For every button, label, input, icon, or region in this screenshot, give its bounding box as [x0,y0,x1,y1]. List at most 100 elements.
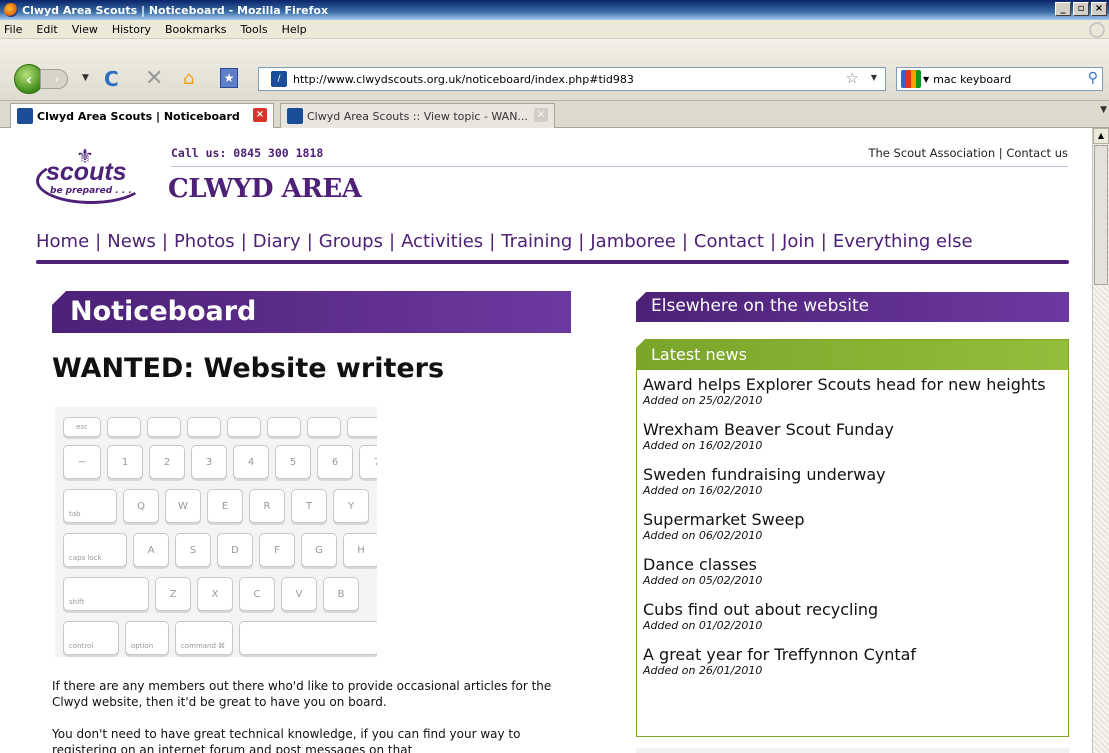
nav-home[interactable]: Home [36,231,89,252]
history-dropdown-icon[interactable]: ▼ [82,73,89,83]
key [147,417,181,437]
nav-training[interactable]: Training [501,231,572,252]
reload-icon[interactable]: C [104,67,119,91]
key: option [125,621,169,655]
stop-icon[interactable]: ✕ [145,66,163,91]
forward-button[interactable]: › [40,69,68,89]
keyboard-image: esc ~ 1 2 3 4 5 6 7 tab Q W E R T Y [55,407,377,657]
tab-noticeboard[interactable]: Clwyd Area Scouts | Noticeboard × [10,103,274,128]
menu-bookmarks[interactable]: Bookmarks [165,23,226,36]
nav-contact[interactable]: Contact [694,231,764,252]
navigation-toolbar: ‹ › ▼ C ✕ ⌂ ★ ∕ http://www.clwydscouts.o… [0,39,1109,101]
url-dropdown-icon[interactable]: ▼ [871,73,877,82]
nav-news[interactable]: News [107,231,156,252]
key: 3 [191,445,227,479]
minimize-button[interactable]: _ [1055,2,1071,16]
menu-edit[interactable]: Edit [36,23,57,36]
list-item[interactable]: Wrexham Beaver Scout Funday Added on 16/… [643,420,1068,452]
menu-file[interactable]: File [4,23,22,36]
news-title-link[interactable]: Sweden fundraising underway [643,465,1068,484]
tab-close-icon[interactable]: × [253,108,267,122]
maximize-button[interactable]: ▫ [1073,2,1089,16]
site-favicon-icon: ∕ [271,71,287,87]
news-title-link[interactable]: A great year for Treffynnon Cyntaf [643,645,1068,664]
tab-favicon-icon [17,108,33,124]
nav-join[interactable]: Join [782,231,815,252]
key: 5 [275,445,311,479]
nav-groups[interactable]: Groups [319,231,383,252]
nav-jamboree[interactable]: Jamboree [590,231,675,252]
bookmark-star-icon[interactable]: ☆ [846,69,859,87]
key: caps lock [63,533,127,567]
key: W [165,489,201,523]
home-icon[interactable]: ⌂ [183,68,194,89]
url-text[interactable]: http://www.clwydscouts.org.uk/noticeboar… [293,73,634,86]
bookmark-icon[interactable]: ★ [220,68,238,88]
nav-everything-else[interactable]: Everything else [833,231,973,252]
url-bar[interactable]: ∕ http://www.clwydscouts.org.uk/noticebo… [258,67,886,91]
news-date: Added on 16/02/2010 [643,484,763,497]
key: V [281,577,317,611]
scrollbar-thumb[interactable] [1094,145,1108,285]
tab-favicon-icon [287,108,303,124]
search-engine-dropdown-icon[interactable]: ▼ [923,75,929,84]
news-date: Added on 05/02/2010 [643,574,763,587]
key: 4 [233,445,269,479]
news-title-link[interactable]: Cubs find out about recycling [643,600,1068,619]
key [187,417,221,437]
tab-close-icon[interactable]: × [534,108,548,122]
scouts-logo[interactable]: ⚜ scouts be prepared . . . [36,144,148,208]
close-button[interactable]: × [1091,2,1107,16]
news-title-link[interactable]: Dance classes [643,555,1068,574]
back-arrow-icon: ‹ [25,69,33,89]
menu-tools[interactable]: Tools [240,23,267,36]
key [239,621,377,655]
list-item[interactable]: Award helps Explorer Scouts head for new… [643,375,1068,407]
list-item[interactable]: A great year for Treffynnon Cyntaf Added… [643,645,1068,677]
list-item[interactable]: Supermarket Sweep Added on 06/02/2010 [643,510,1068,542]
nav-diary[interactable]: Diary [253,231,301,252]
news-date: Added on 25/02/2010 [643,394,763,407]
key: H [343,533,377,567]
key: A [133,533,169,567]
tab-bar: Clwyd Area Scouts | Noticeboard × Clwyd … [0,101,1109,128]
section-heading: Noticeboard [52,291,571,333]
search-bar[interactable]: ▼ mac keyboard ⚲ [896,67,1103,91]
news-title-link[interactable]: Wrexham Beaver Scout Funday [643,420,1068,439]
key: ~ [63,445,101,479]
list-item[interactable]: Cubs find out about recycling Added on 0… [643,600,1068,632]
search-icon[interactable]: ⚲ [1088,70,1098,86]
scroll-up-icon[interactable]: ▲ [1093,128,1109,144]
key [227,417,261,437]
menu-bar: File Edit View History Bookmarks Tools H… [0,20,1109,39]
page-viewport: ⚜ scouts be prepared . . . Call us: 0845… [0,128,1092,753]
search-engine-icon[interactable] [901,70,921,88]
news-title-link[interactable]: Award helps Explorer Scouts head for new… [643,375,1068,394]
next-sidebar-box [636,748,1069,753]
list-item[interactable]: Dance classes Added on 05/02/2010 [643,555,1068,587]
search-input[interactable]: mac keyboard [933,73,1011,86]
nav-photos[interactable]: Photos [174,231,235,252]
scout-association-link[interactable]: The Scout Association [868,146,995,160]
area-title: CLWYD AREA [168,174,362,204]
tab-view-topic[interactable]: Clwyd Area Scouts :: View topic - WAN...… [280,103,555,128]
key: T [291,489,327,523]
key: control [63,621,119,655]
key: esc [63,417,101,437]
menu-history[interactable]: History [112,23,151,36]
news-title-link[interactable]: Supermarket Sweep [643,510,1068,529]
tab-list-icon[interactable]: ▼ [1100,105,1107,115]
nav-activities[interactable]: Activities [401,231,483,252]
window-titlebar: Clwyd Area Scouts | Noticeboard - Mozill… [0,0,1109,20]
page-scrollbar[interactable]: ▲ [1092,128,1109,753]
article-paragraph: If there are any members out there who'd… [52,679,552,709]
article-title: WANTED: Website writers [52,353,445,384]
key: 1 [107,445,143,479]
logo-text: scouts [46,158,127,186]
menu-help[interactable]: Help [282,23,307,36]
list-item[interactable]: Sweden fundraising underway Added on 16/… [643,465,1068,497]
contact-us-link[interactable]: Contact us [1006,146,1068,160]
menu-view[interactable]: View [72,23,98,36]
news-date: Added on 16/02/2010 [643,439,763,452]
key [307,417,341,437]
